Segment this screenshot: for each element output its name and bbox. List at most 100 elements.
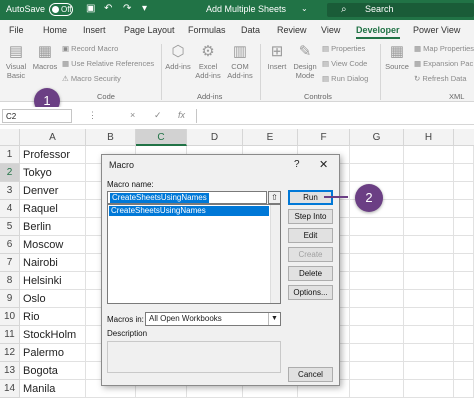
select-all-corner[interactable]: [0, 129, 20, 146]
expansion-packs-button[interactable]: ▦ Expansion Pac: [414, 59, 473, 68]
redo-icon[interactable]: ↷: [123, 3, 131, 14]
column-header-a[interactable]: A: [20, 129, 86, 146]
row-header-6[interactable]: 6: [0, 236, 20, 254]
tab-power-view[interactable]: Power View: [413, 25, 460, 35]
edit-button[interactable]: Edit: [288, 228, 333, 243]
macro-name-input[interactable]: CreateSheetsUsingNames: [107, 191, 267, 204]
collapse-dialog-icon[interactable]: ⇧: [268, 191, 281, 204]
visual-basic-button[interactable]: ▤ Visual Basic: [3, 43, 29, 80]
cell-x11[interactable]: [454, 326, 474, 344]
cell-a14[interactable]: Manila: [20, 380, 86, 398]
options-button[interactable]: Options...: [288, 285, 333, 300]
cell-x5[interactable]: [454, 218, 474, 236]
row-header-10[interactable]: 10: [0, 308, 20, 326]
row-header-11[interactable]: 11: [0, 326, 20, 344]
cell-x12[interactable]: [454, 344, 474, 362]
list-item[interactable]: CreateSheetsUsingNames: [109, 206, 269, 216]
search-box[interactable]: ⌕ Search: [327, 3, 474, 17]
cell-a9[interactable]: Oslo: [20, 290, 86, 308]
cell-g9[interactable]: [350, 290, 404, 308]
cell-h14[interactable]: [404, 380, 454, 398]
cell-a3[interactable]: Denver: [20, 182, 86, 200]
cell-x6[interactable]: [454, 236, 474, 254]
tab-formulas[interactable]: Formulas: [188, 25, 226, 35]
insert-function-icon[interactable]: fx: [178, 110, 185, 120]
macros-button[interactable]: ▦ Macros: [31, 43, 59, 71]
xml-source-button[interactable]: ▦ Source: [383, 43, 411, 71]
cell-x10[interactable]: [454, 308, 474, 326]
cell-g1[interactable]: [350, 146, 404, 164]
row-header-13[interactable]: 13: [0, 362, 20, 380]
view-code-button[interactable]: ▤ View Code: [322, 59, 367, 68]
cell-x7[interactable]: [454, 254, 474, 272]
cell-h5[interactable]: [404, 218, 454, 236]
tab-page-layout[interactable]: Page Layout: [124, 25, 175, 35]
design-mode-button[interactable]: ✎ Design Mode: [291, 43, 319, 80]
cell-h4[interactable]: [404, 200, 454, 218]
tab-home[interactable]: Home: [43, 25, 67, 35]
cell-a11[interactable]: StockHolm: [20, 326, 86, 344]
cell-a8[interactable]: Helsinki: [20, 272, 86, 290]
cell-h12[interactable]: [404, 344, 454, 362]
properties-button[interactable]: ▤ Properties: [322, 44, 365, 53]
autosave-toggle[interactable]: Off: [49, 3, 73, 16]
tab-data[interactable]: Data: [241, 25, 260, 35]
cell-a10[interactable]: Rio: [20, 308, 86, 326]
create-button[interactable]: Create: [288, 247, 333, 262]
cell-a13[interactable]: Bogota: [20, 362, 86, 380]
row-header-1[interactable]: 1: [0, 146, 20, 164]
refresh-data-button[interactable]: ↻ Refresh Data: [414, 74, 467, 83]
undo-icon[interactable]: ↶: [104, 3, 112, 14]
column-header-g[interactable]: G: [350, 129, 404, 146]
cell-a12[interactable]: Palermo: [20, 344, 86, 362]
cell-g14[interactable]: [350, 380, 404, 398]
column-header-f[interactable]: F: [298, 129, 350, 146]
tab-file[interactable]: File: [9, 25, 24, 35]
step-into-button[interactable]: Step Into: [288, 209, 333, 224]
cell-h11[interactable]: [404, 326, 454, 344]
cell-g13[interactable]: [350, 362, 404, 380]
cell-g12[interactable]: [350, 344, 404, 362]
cell-h1[interactable]: [404, 146, 454, 164]
cell-g6[interactable]: [350, 236, 404, 254]
cell-x4[interactable]: [454, 200, 474, 218]
row-header-5[interactable]: 5: [0, 218, 20, 236]
cell-g2[interactable]: [350, 164, 404, 182]
macros-in-select[interactable]: All Open Workbooks ▼: [145, 312, 281, 326]
customize-qat-icon[interactable]: ▾: [142, 3, 147, 14]
column-header-e[interactable]: E: [243, 129, 298, 146]
cell-g11[interactable]: [350, 326, 404, 344]
tab-developer[interactable]: Developer: [356, 25, 400, 39]
macro-security-button[interactable]: ⚠ Macro Security: [62, 74, 121, 83]
cell-x8[interactable]: [454, 272, 474, 290]
close-button[interactable]: ✕: [319, 158, 328, 171]
map-properties-button[interactable]: ▦ Map Properties: [414, 44, 474, 53]
save-icon[interactable]: ▣: [86, 3, 95, 14]
row-header-12[interactable]: 12: [0, 344, 20, 362]
enter-formula-icon[interactable]: ✓: [154, 110, 162, 121]
com-addins-button[interactable]: ▥ COM Add-ins: [225, 43, 255, 80]
cell-x13[interactable]: [454, 362, 474, 380]
excel-addins-button[interactable]: ⚙ Excel Add-ins: [194, 43, 222, 80]
cell-g8[interactable]: [350, 272, 404, 290]
cell-h8[interactable]: [404, 272, 454, 290]
row-header-14[interactable]: 14: [0, 380, 20, 398]
name-box[interactable]: C2: [2, 109, 72, 123]
cell-a4[interactable]: Raquel: [20, 200, 86, 218]
cell-h10[interactable]: [404, 308, 454, 326]
cell-x1[interactable]: [454, 146, 474, 164]
row-header-7[interactable]: 7: [0, 254, 20, 272]
tab-review[interactable]: Review: [277, 25, 307, 35]
cell-h7[interactable]: [404, 254, 454, 272]
row-header-9[interactable]: 9: [0, 290, 20, 308]
row-header-3[interactable]: 3: [0, 182, 20, 200]
cell-x14[interactable]: [454, 380, 474, 398]
row-header-2[interactable]: 2: [0, 164, 20, 182]
column-header-b[interactable]: B: [86, 129, 136, 146]
title-dropdown-icon[interactable]: ⌄: [301, 4, 308, 13]
column-header-c[interactable]: C: [136, 129, 187, 146]
cancel-button[interactable]: Cancel: [288, 367, 333, 382]
cell-g5[interactable]: [350, 218, 404, 236]
cell-a2[interactable]: Tokyo: [20, 164, 86, 182]
cell-x9[interactable]: [454, 290, 474, 308]
